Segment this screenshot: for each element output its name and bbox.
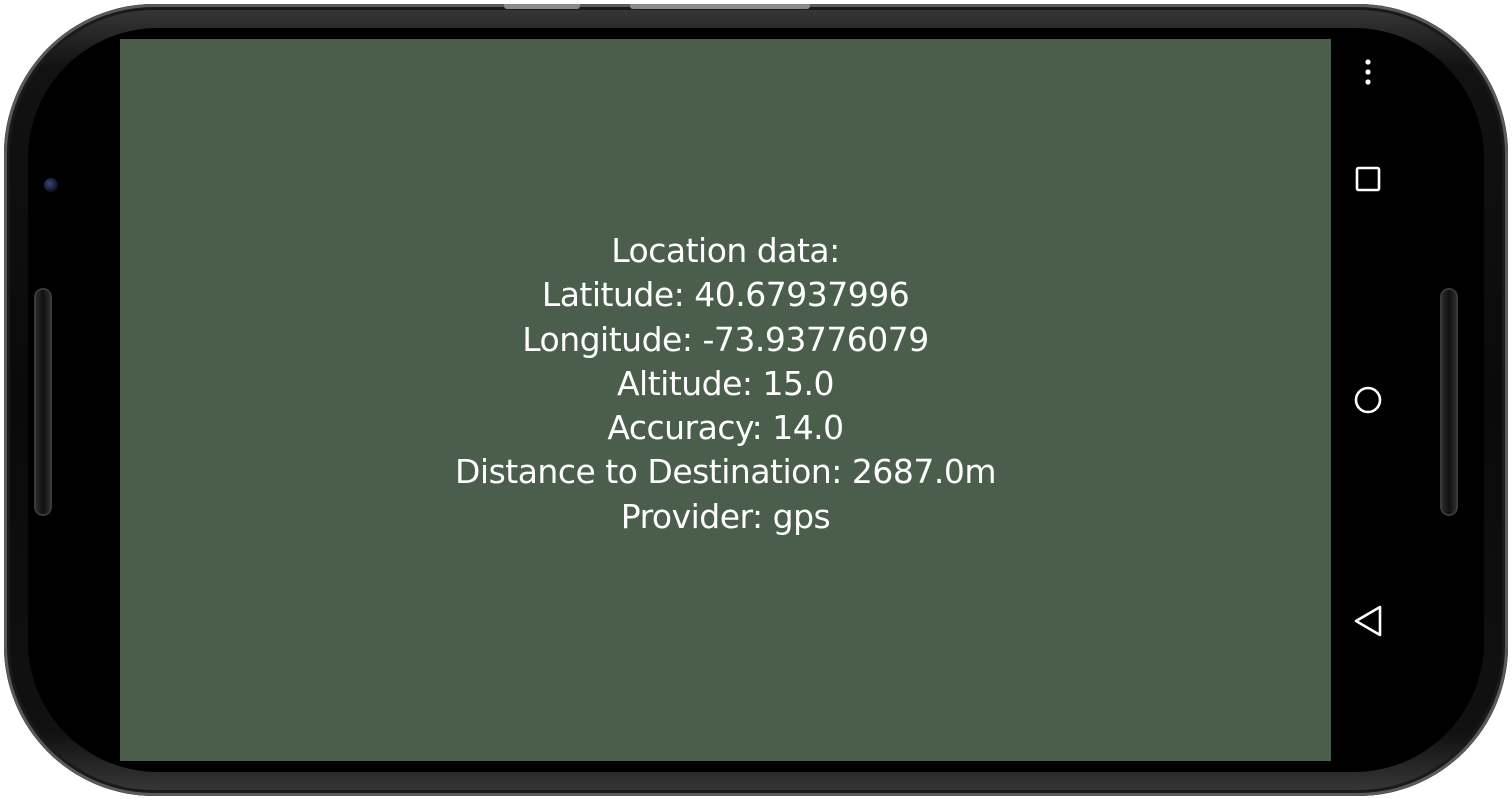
home-button[interactable] <box>1348 380 1388 420</box>
accuracy-text: Accuracy: 14.0 <box>607 408 844 448</box>
location-info: Location data: Latitude: 40.67937996 Lon… <box>455 229 997 539</box>
location-heading: Location data: <box>611 230 840 270</box>
latitude-text: Latitude: 40.67937996 <box>541 275 910 315</box>
front-camera <box>44 178 58 192</box>
overflow-menu-icon <box>1365 59 1371 85</box>
provider-text: Provider: gps <box>620 496 831 536</box>
longitude-text: Longitude: -73.93776079 <box>522 319 929 359</box>
altitude-text: Altitude: 15.0 <box>616 363 835 403</box>
app-screen: Location data: Latitude: 40.67937996 Lon… <box>120 39 1331 761</box>
volume-button <box>504 4 580 9</box>
right-speaker-grille <box>1442 290 1456 514</box>
overflow-menu-button[interactable] <box>1348 52 1388 92</box>
left-speaker-grille <box>36 290 50 514</box>
navigation-bar <box>1331 39 1406 761</box>
distance-text: Distance to Destination: 2687.0m <box>455 452 997 492</box>
home-icon <box>1354 386 1382 414</box>
back-icon <box>1354 605 1382 637</box>
power-button <box>630 4 810 9</box>
recents-icon <box>1355 166 1381 192</box>
recents-button[interactable] <box>1348 159 1388 199</box>
back-button[interactable] <box>1348 601 1388 641</box>
